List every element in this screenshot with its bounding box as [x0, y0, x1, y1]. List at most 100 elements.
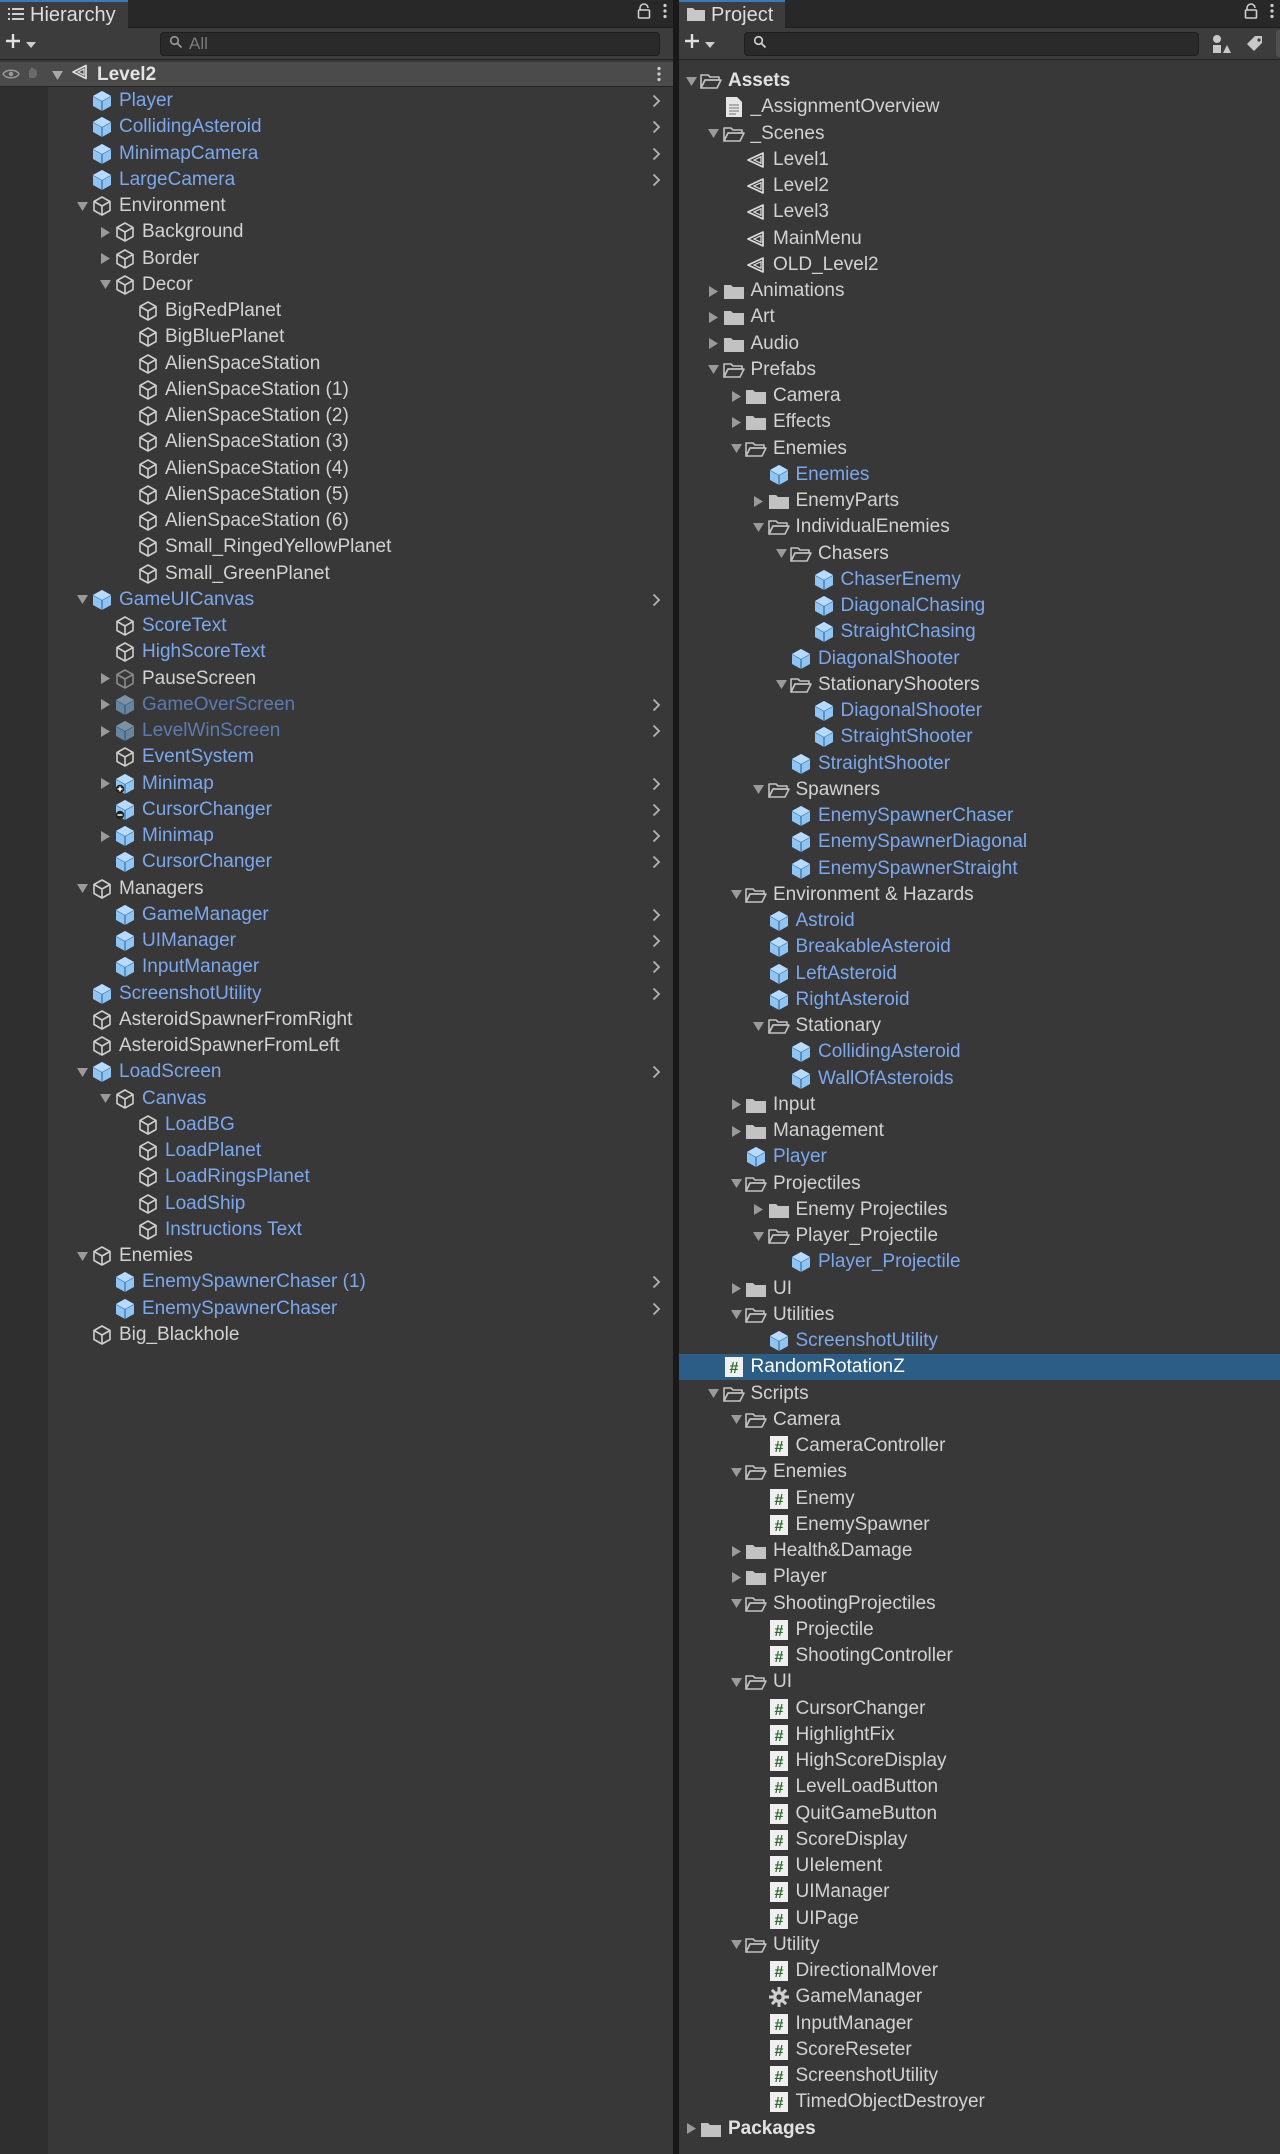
more-options-icon[interactable] — [1270, 3, 1274, 25]
project-item[interactable]: # ScoreReseter — [679, 2037, 1280, 2063]
project-item[interactable]: CollidingAsteroid — [679, 1039, 1280, 1065]
hierarchy-item[interactable]: GameManager — [0, 902, 673, 928]
project-item[interactable]: UI — [679, 1669, 1280, 1695]
hierarchy-item[interactable]: AlienSpaceStation — [0, 351, 673, 377]
project-tab[interactable]: Project — [679, 0, 786, 28]
project-item[interactable]: StationaryShooters — [679, 672, 1280, 698]
open-prefab-chevron-icon[interactable] — [652, 587, 661, 613]
project-item[interactable]: Art — [679, 304, 1280, 330]
project-search-input[interactable] — [773, 34, 1174, 54]
open-prefab-chevron-icon[interactable] — [652, 849, 661, 875]
hierarchy-item[interactable]: PauseScreen — [0, 666, 673, 692]
project-item[interactable]: Camera — [679, 383, 1280, 409]
foldout-arrow-icon[interactable] — [97, 219, 113, 245]
project-item[interactable]: Utilities — [679, 1302, 1280, 1328]
foldout-arrow-icon[interactable] — [728, 1591, 744, 1617]
scene-header[interactable]: Level2 — [0, 62, 673, 87]
pickable-hand-icon[interactable] — [24, 64, 40, 86]
foldout-arrow-icon[interactable] — [97, 246, 113, 272]
hierarchy-item[interactable]: ScoreText — [0, 613, 673, 639]
foldout-arrow-icon[interactable] — [683, 68, 699, 94]
project-item[interactable]: _AssignmentOverview — [679, 94, 1280, 120]
foldout-arrow-icon[interactable] — [97, 771, 113, 797]
foldout-arrow-icon[interactable] — [74, 1059, 90, 1085]
hierarchy-item[interactable]: Background — [0, 219, 673, 245]
foldout-arrow-icon[interactable] — [728, 1302, 744, 1328]
project-item[interactable]: Level2 — [679, 173, 1280, 199]
visibility-eye-icon[interactable] — [2, 64, 20, 86]
foldout-arrow-icon[interactable] — [706, 304, 722, 330]
project-item[interactable]: # CursorChanger — [679, 1696, 1280, 1722]
foldout-arrow-icon[interactable] — [728, 1932, 744, 1958]
project-item[interactable]: Input — [679, 1092, 1280, 1118]
open-prefab-chevron-icon[interactable] — [652, 692, 661, 718]
foldout-arrow-icon[interactable] — [728, 1459, 744, 1485]
foldout-arrow-icon[interactable] — [74, 1243, 90, 1269]
project-item[interactable]: Scripts — [679, 1381, 1280, 1407]
project-item[interactable]: Animations — [679, 278, 1280, 304]
project-item[interactable]: Camera — [679, 1407, 1280, 1433]
hierarchy-item[interactable]: ScreenshotUtility — [0, 981, 673, 1007]
hierarchy-search[interactable] — [160, 32, 660, 56]
project-item[interactable]: # Enemy — [679, 1486, 1280, 1512]
project-item[interactable]: StraightChasing — [679, 619, 1280, 645]
project-item[interactable]: EnemySpawnerChaser — [679, 803, 1280, 829]
open-prefab-chevron-icon[interactable] — [652, 902, 661, 928]
hierarchy-item[interactable]: Small_GreenPlanet — [0, 561, 673, 587]
hierarchy-item[interactable]: AlienSpaceStation (4) — [0, 456, 673, 482]
project-item[interactable]: OLD_Level2 — [679, 252, 1280, 278]
foldout-arrow-icon[interactable] — [773, 541, 789, 567]
lock-icon[interactable] — [1244, 3, 1258, 25]
project-item[interactable]: Environment & Hazards — [679, 882, 1280, 908]
project-item[interactable]: Prefabs — [679, 357, 1280, 383]
hierarchy-item[interactable]: Enemies — [0, 1243, 673, 1269]
hierarchy-item[interactable]: Instructions Text — [0, 1217, 673, 1243]
project-item[interactable]: Utility — [679, 1932, 1280, 1958]
project-item[interactable]: # ScoreDisplay — [679, 1827, 1280, 1853]
open-prefab-chevron-icon[interactable] — [652, 88, 661, 114]
project-search[interactable] — [744, 32, 1199, 56]
foldout-arrow-icon[interactable] — [97, 823, 113, 849]
project-item[interactable]: Astroid — [679, 908, 1280, 934]
project-item[interactable]: # ShootingController — [679, 1643, 1280, 1669]
project-item[interactable]: # UIelement — [679, 1853, 1280, 1879]
project-item[interactable]: # UIManager — [679, 1879, 1280, 1905]
project-item[interactable]: Projectiles — [679, 1171, 1280, 1197]
project-item[interactable]: Health&Damage — [679, 1538, 1280, 1564]
project-item[interactable]: IndividualEnemies — [679, 514, 1280, 540]
hierarchy-item[interactable]: Canvas — [0, 1086, 673, 1112]
foldout-arrow-icon[interactable] — [97, 666, 113, 692]
open-prefab-chevron-icon[interactable] — [652, 954, 661, 980]
foldout-arrow-icon[interactable] — [728, 1564, 744, 1590]
hierarchy-item[interactable]: AsteroidSpawnerFromRight — [0, 1007, 673, 1033]
hierarchy-item[interactable]: LoadRingsPlanet — [0, 1164, 673, 1190]
open-prefab-chevron-icon[interactable] — [652, 981, 661, 1007]
project-item[interactable]: # Projectile — [679, 1617, 1280, 1643]
project-item[interactable]: _Scenes — [679, 121, 1280, 147]
foldout-arrow-icon[interactable] — [706, 357, 722, 383]
project-item[interactable]: # TimedObjectDestroyer — [679, 2089, 1280, 2115]
hidden-packages-toggle[interactable]: 18 — [1276, 30, 1280, 57]
project-item[interactable]: # DirectionalMover — [679, 1958, 1280, 1984]
project-item[interactable]: ScreenshotUtility — [679, 1328, 1280, 1354]
hierarchy-item[interactable]: Managers — [0, 876, 673, 902]
hierarchy-item[interactable]: BigBluePlanet — [0, 324, 673, 350]
foldout-arrow-icon[interactable] — [97, 1086, 113, 1112]
hierarchy-search-input[interactable] — [189, 34, 630, 54]
project-item[interactable]: Level1 — [679, 147, 1280, 173]
project-item[interactable]: # HighlightFix — [679, 1722, 1280, 1748]
open-prefab-chevron-icon[interactable] — [652, 928, 661, 954]
foldout-arrow-icon[interactable] — [706, 278, 722, 304]
project-item[interactable]: Effects — [679, 409, 1280, 435]
project-item[interactable]: # CameraController — [679, 1433, 1280, 1459]
foldout-arrow-icon[interactable] — [728, 1171, 744, 1197]
project-item[interactable]: GameManager — [679, 1984, 1280, 2010]
foldout-arrow-icon[interactable] — [728, 436, 744, 462]
hierarchy-item[interactable]: CursorChanger — [0, 797, 673, 823]
hierarchy-item[interactable]: Border — [0, 246, 673, 272]
hierarchy-tab[interactable]: Hierarchy — [0, 0, 128, 28]
foldout-arrow-icon[interactable] — [728, 1118, 744, 1144]
project-item[interactable]: # EnemySpawner — [679, 1512, 1280, 1538]
hierarchy-item[interactable]: LevelWinScreen — [0, 718, 673, 744]
foldout-arrow-icon[interactable] — [97, 272, 113, 298]
